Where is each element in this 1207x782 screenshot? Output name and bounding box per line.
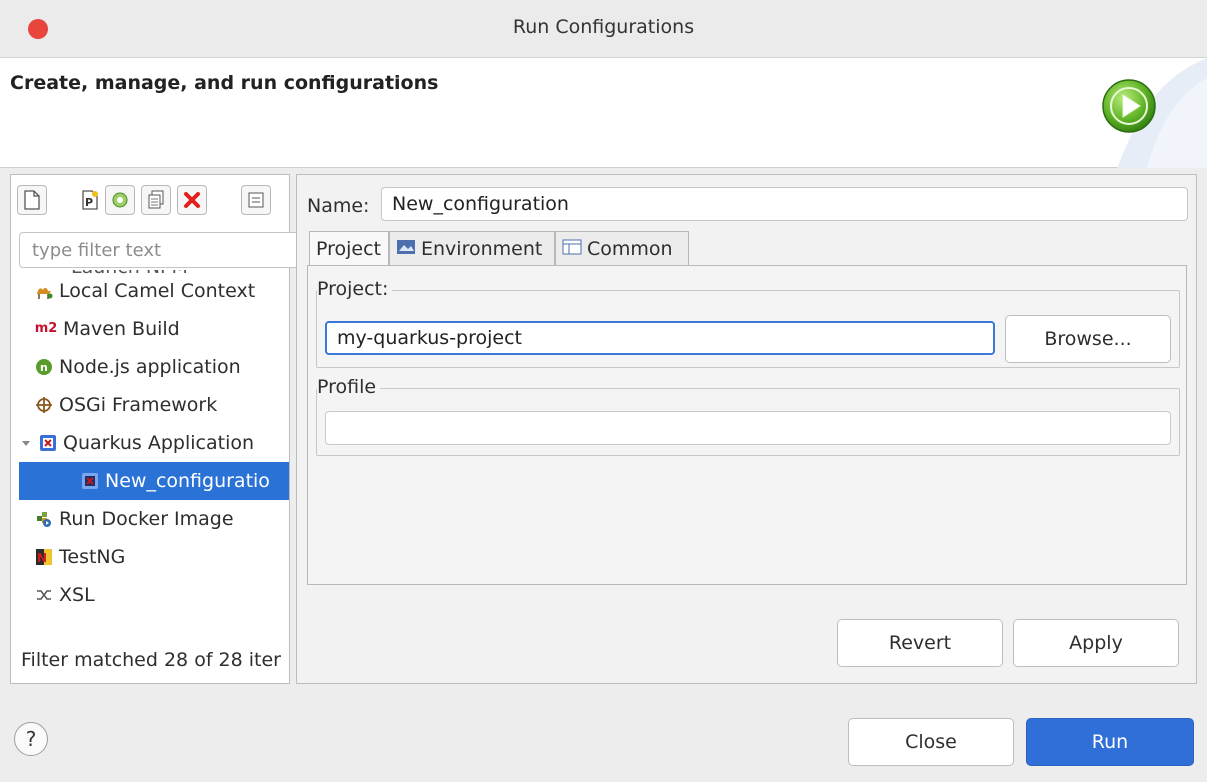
docker-icon — [35, 510, 53, 528]
profile-field[interactable] — [325, 411, 1171, 445]
profile-group: Profile — [316, 376, 1180, 456]
svg-text:N: N — [37, 551, 47, 565]
header-title: Create, manage, and run configurations — [10, 72, 439, 94]
window-title: Run Configurations — [512, 16, 695, 38]
config-tree: Launch NPM Local Camel Context m2 Maven … — [11, 270, 289, 650]
osgi-icon — [35, 396, 53, 414]
camel-icon — [35, 282, 53, 300]
tree-item-run-docker-image[interactable]: Run Docker Image — [35, 500, 289, 538]
tree-item-nodejs-application[interactable]: n Node.js application — [35, 348, 289, 386]
nodejs-icon: n — [35, 358, 53, 376]
tree-item-local-camel-context[interactable]: Local Camel Context — [35, 272, 289, 310]
help-icon: ? — [25, 727, 37, 751]
export-icon — [112, 192, 128, 208]
svg-text:n: n — [40, 361, 48, 374]
title-bar: Run Configurations — [0, 0, 1207, 58]
tree-item-new-configuration[interactable]: New_configuratio — [19, 462, 289, 500]
new-file-icon — [24, 190, 40, 210]
quarkus-icon — [39, 434, 57, 452]
tree-item-label: XSL — [59, 584, 95, 606]
environment-icon — [396, 238, 416, 260]
tree-item-label: Node.js application — [59, 356, 241, 378]
tab-label: Environment — [421, 238, 543, 260]
filter-input[interactable] — [19, 232, 299, 268]
tab-label: Project — [316, 238, 382, 260]
tree-item-label: OSGi Framework — [59, 394, 218, 416]
tree-item-label: Local Camel Context — [59, 280, 256, 302]
duplicate-button[interactable] — [141, 185, 171, 215]
common-icon — [562, 238, 582, 260]
dialog-header: Create, manage, and run configurations — [0, 58, 1207, 168]
tab-environment[interactable]: Environment — [389, 231, 555, 266]
collapse-icon — [248, 192, 264, 208]
new-prototype-button[interactable]: P — [75, 185, 105, 215]
testng-icon: N — [35, 548, 53, 566]
config-editor-panel: Name: Project Environment Common Project… — [296, 174, 1197, 684]
tree-item-label: Run Docker Image — [59, 508, 234, 530]
svg-text:P: P — [85, 196, 93, 209]
revert-button[interactable]: Revert — [837, 619, 1003, 667]
run-button[interactable]: Run — [1026, 718, 1194, 766]
tree-item-osgi-framework[interactable]: OSGi Framework — [35, 386, 289, 424]
tree-item-testng[interactable]: N TestNG — [35, 538, 289, 576]
profile-group-title: Profile — [317, 376, 381, 398]
tree-item-label: Maven Build — [63, 318, 180, 340]
name-field[interactable] — [381, 187, 1188, 221]
prototype-icon: P — [82, 190, 98, 210]
export-button[interactable] — [105, 185, 135, 215]
project-group-title: Project: — [317, 278, 393, 300]
name-label: Name: — [307, 195, 370, 217]
config-list-panel: P Launch NPM Local Camel Context m2 Mave… — [10, 174, 299, 684]
close-button[interactable]: Close — [848, 718, 1014, 766]
collapse-all-button[interactable] — [241, 185, 271, 215]
tab-label: Common — [587, 238, 673, 260]
help-button[interactable]: ? — [14, 722, 48, 756]
tree-item-label: TestNG — [59, 546, 126, 568]
project-tab-content: Project: Browse... Profile — [307, 265, 1187, 585]
delete-icon — [184, 192, 200, 208]
run-icon — [1102, 79, 1156, 133]
browse-button[interactable]: Browse... — [1005, 315, 1171, 363]
maven-m2-icon: m2 — [35, 321, 58, 336]
apply-button[interactable]: Apply — [1013, 619, 1179, 667]
quarkus-icon — [81, 472, 99, 490]
project-field[interactable] — [325, 321, 995, 355]
expanded-arrow-icon[interactable] — [19, 434, 33, 452]
tab-project[interactable]: Project — [309, 231, 389, 266]
tree-item-maven-build[interactable]: m2 Maven Build — [35, 310, 289, 348]
duplicate-icon — [148, 190, 164, 209]
xsl-icon — [35, 586, 53, 604]
tree-item-label: Quarkus Application — [63, 432, 255, 454]
delete-button[interactable] — [177, 185, 207, 215]
new-config-button[interactable] — [17, 185, 47, 215]
tab-common[interactable]: Common — [555, 231, 689, 266]
tree-item-quarkus-application[interactable]: Quarkus Application — [19, 424, 289, 462]
filter-status: Filter matched 28 of 28 iter — [21, 649, 281, 671]
project-group: Project: Browse... — [316, 278, 1180, 368]
tree-item-xsl[interactable]: XSL — [35, 576, 289, 614]
tree-item-label: New_configuratio — [105, 470, 270, 492]
